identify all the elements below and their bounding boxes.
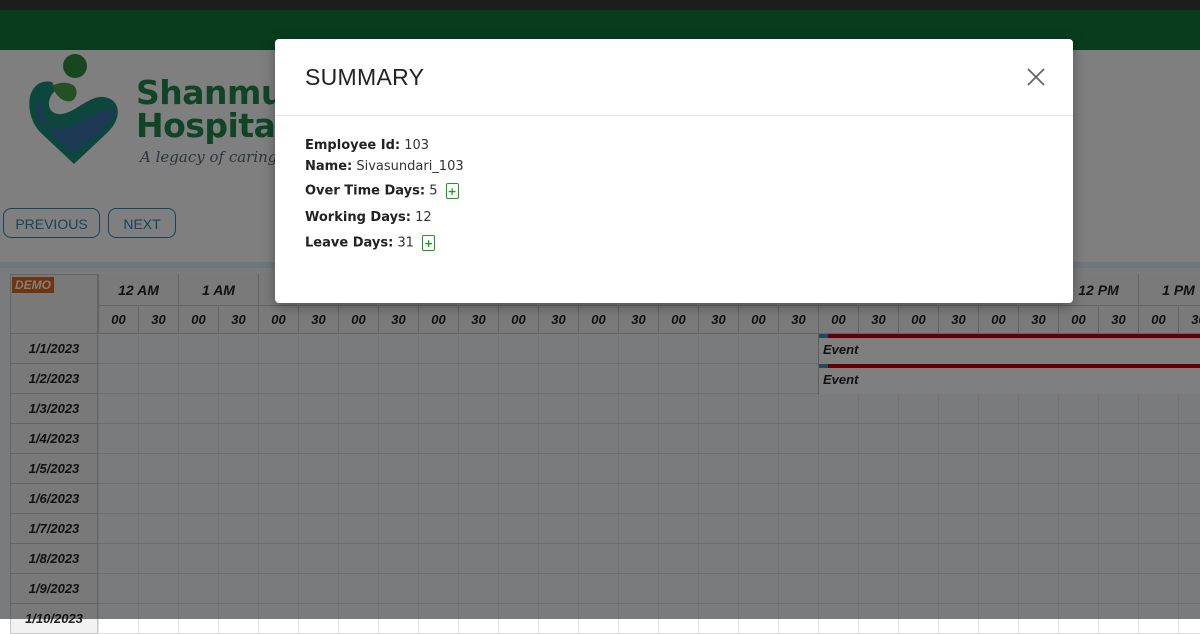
overtime-expand-button[interactable]: + [445,183,459,199]
close-icon[interactable] [1024,65,1048,89]
employee-id-label: Employee Id: [305,138,401,153]
summary-modal: SUMMARY Employee Id: 103 Name: Sivasunda… [275,39,1073,303]
modal-title: SUMMARY [305,64,425,90]
name-label: Name: [305,159,353,174]
name-row: Name: Sivasundari_103 [305,159,464,174]
overtime-value: 5 [429,183,438,199]
working-days-value: 12 [415,210,432,225]
name-value: Sivasundari_103 [356,159,464,174]
employee-id-row: Employee Id: 103 [305,138,429,153]
leave-days-row: Leave Days: 31 + [305,235,436,251]
leave-expand-button[interactable]: + [422,235,436,251]
modal-header: SUMMARY [275,39,1073,116]
working-days-label: Working Days: [305,210,411,225]
leave-days-label: Leave Days: [305,235,394,251]
leave-days-value: 31 [397,235,414,251]
working-days-row: Working Days: 12 [305,210,432,225]
overtime-label: Over Time Days: [305,183,426,199]
employee-id-value: 103 [404,138,430,153]
overtime-row: Over Time Days: 5 + [305,183,459,199]
